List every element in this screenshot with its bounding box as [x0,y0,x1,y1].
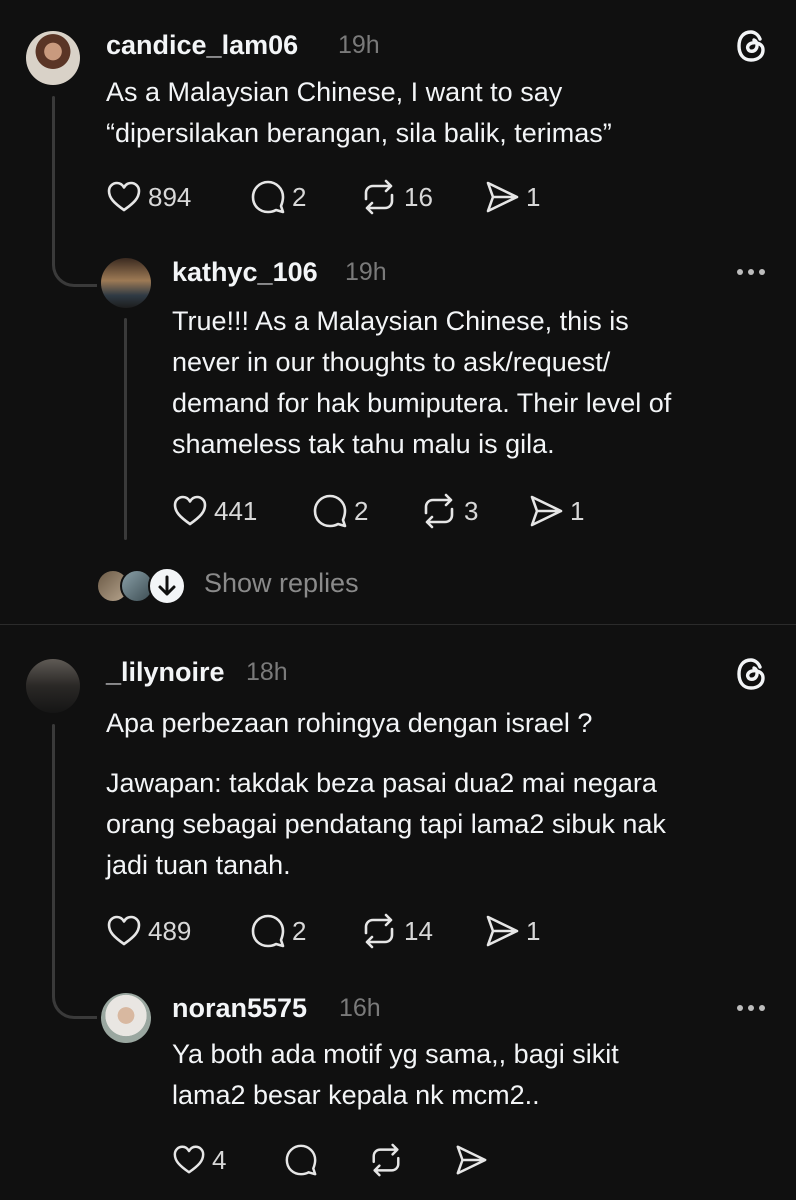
avatar-candice[interactable] [26,31,80,85]
more-icon[interactable] [737,1005,765,1011]
repost-button[interactable]: 3 [420,491,478,531]
comment-icon [251,180,285,214]
username[interactable]: kathyc_106 [172,257,318,288]
post-text: True!!! As a Malaysian Chinese, this is … [172,306,672,459]
like-count: 4 [212,1144,227,1175]
heart-icon [107,915,141,946]
share-button[interactable] [454,1140,488,1180]
like-button[interactable]: 441 [172,491,257,531]
send-icon [486,915,519,947]
repost-count: 3 [464,495,479,526]
post-text: Ya both ada motif yg sama,, bagi sikit l… [172,1039,619,1110]
arrow-down-icon [148,567,186,605]
like-count: 489 [148,915,192,946]
heart-icon [107,181,141,212]
more-icon[interactable] [737,269,765,275]
repost-icon [364,913,394,949]
repost-button[interactable]: 14 [360,911,433,951]
share-button[interactable]: 1 [484,911,540,951]
thread-line [124,318,127,540]
comment-icon [285,1144,317,1176]
share-count: 1 [526,915,541,946]
reply-count: 2 [292,915,307,946]
send-icon [530,495,563,527]
reply-count: 2 [292,181,307,212]
thread-connector [52,980,97,1019]
reply-button[interactable] [284,1140,318,1180]
timestamp: 19h [345,258,387,286]
timestamp: 19h [338,31,380,59]
username[interactable]: _lilynoire [106,657,225,688]
share-button[interactable]: 1 [528,491,584,531]
reply-button[interactable]: 2 [312,491,368,531]
like-button[interactable]: 894 [106,177,191,217]
avatar-noran[interactable] [101,993,151,1043]
repost-count: 16 [404,181,433,212]
heart-icon [173,495,207,526]
repost-icon [424,493,454,529]
heart-icon [173,1145,205,1174]
show-replies-button[interactable]: Show replies [96,565,396,605]
like-button[interactable]: 4 [172,1140,226,1180]
like-count: 441 [214,495,258,526]
post-text: As a Malaysian Chinese, I want to say “d… [106,77,612,148]
share-count: 1 [570,495,585,526]
send-icon [456,1145,487,1175]
reply-count: 2 [354,495,369,526]
send-icon [486,181,519,213]
like-count: 894 [148,181,192,212]
threads-logo-icon[interactable] [734,656,770,692]
repost-button[interactable] [368,1140,404,1180]
repost-count: 14 [404,915,433,946]
post-text: Apa perbezaan rohingya dengan israel ? [106,708,593,738]
threads-logo-icon[interactable] [734,28,770,64]
repost-button[interactable]: 16 [360,177,433,217]
divider [0,624,796,625]
comment-icon [251,914,285,948]
username[interactable]: noran5575 [172,993,307,1024]
reply-button[interactable]: 2 [250,177,306,217]
comment-icon [313,494,347,528]
thread-line [52,96,55,256]
timestamp: 18h [246,658,288,686]
share-count: 1 [526,181,541,212]
username[interactable]: candice_lam06 [106,30,298,61]
reply-button[interactable]: 2 [250,911,306,951]
avatar-kathyc[interactable] [101,258,151,308]
repost-icon [364,179,394,215]
avatar-lilynoire[interactable] [26,659,80,713]
repost-icon [372,1143,400,1177]
post-text-continued: Jawapan: takdak beza pasai dua2 mai nega… [106,768,666,880]
like-button[interactable]: 489 [106,911,191,951]
thread-line [52,724,55,992]
timestamp: 16h [339,994,381,1022]
show-replies-label: Show replies [204,568,359,598]
thread-connector [52,248,97,287]
share-button[interactable]: 1 [484,177,540,217]
